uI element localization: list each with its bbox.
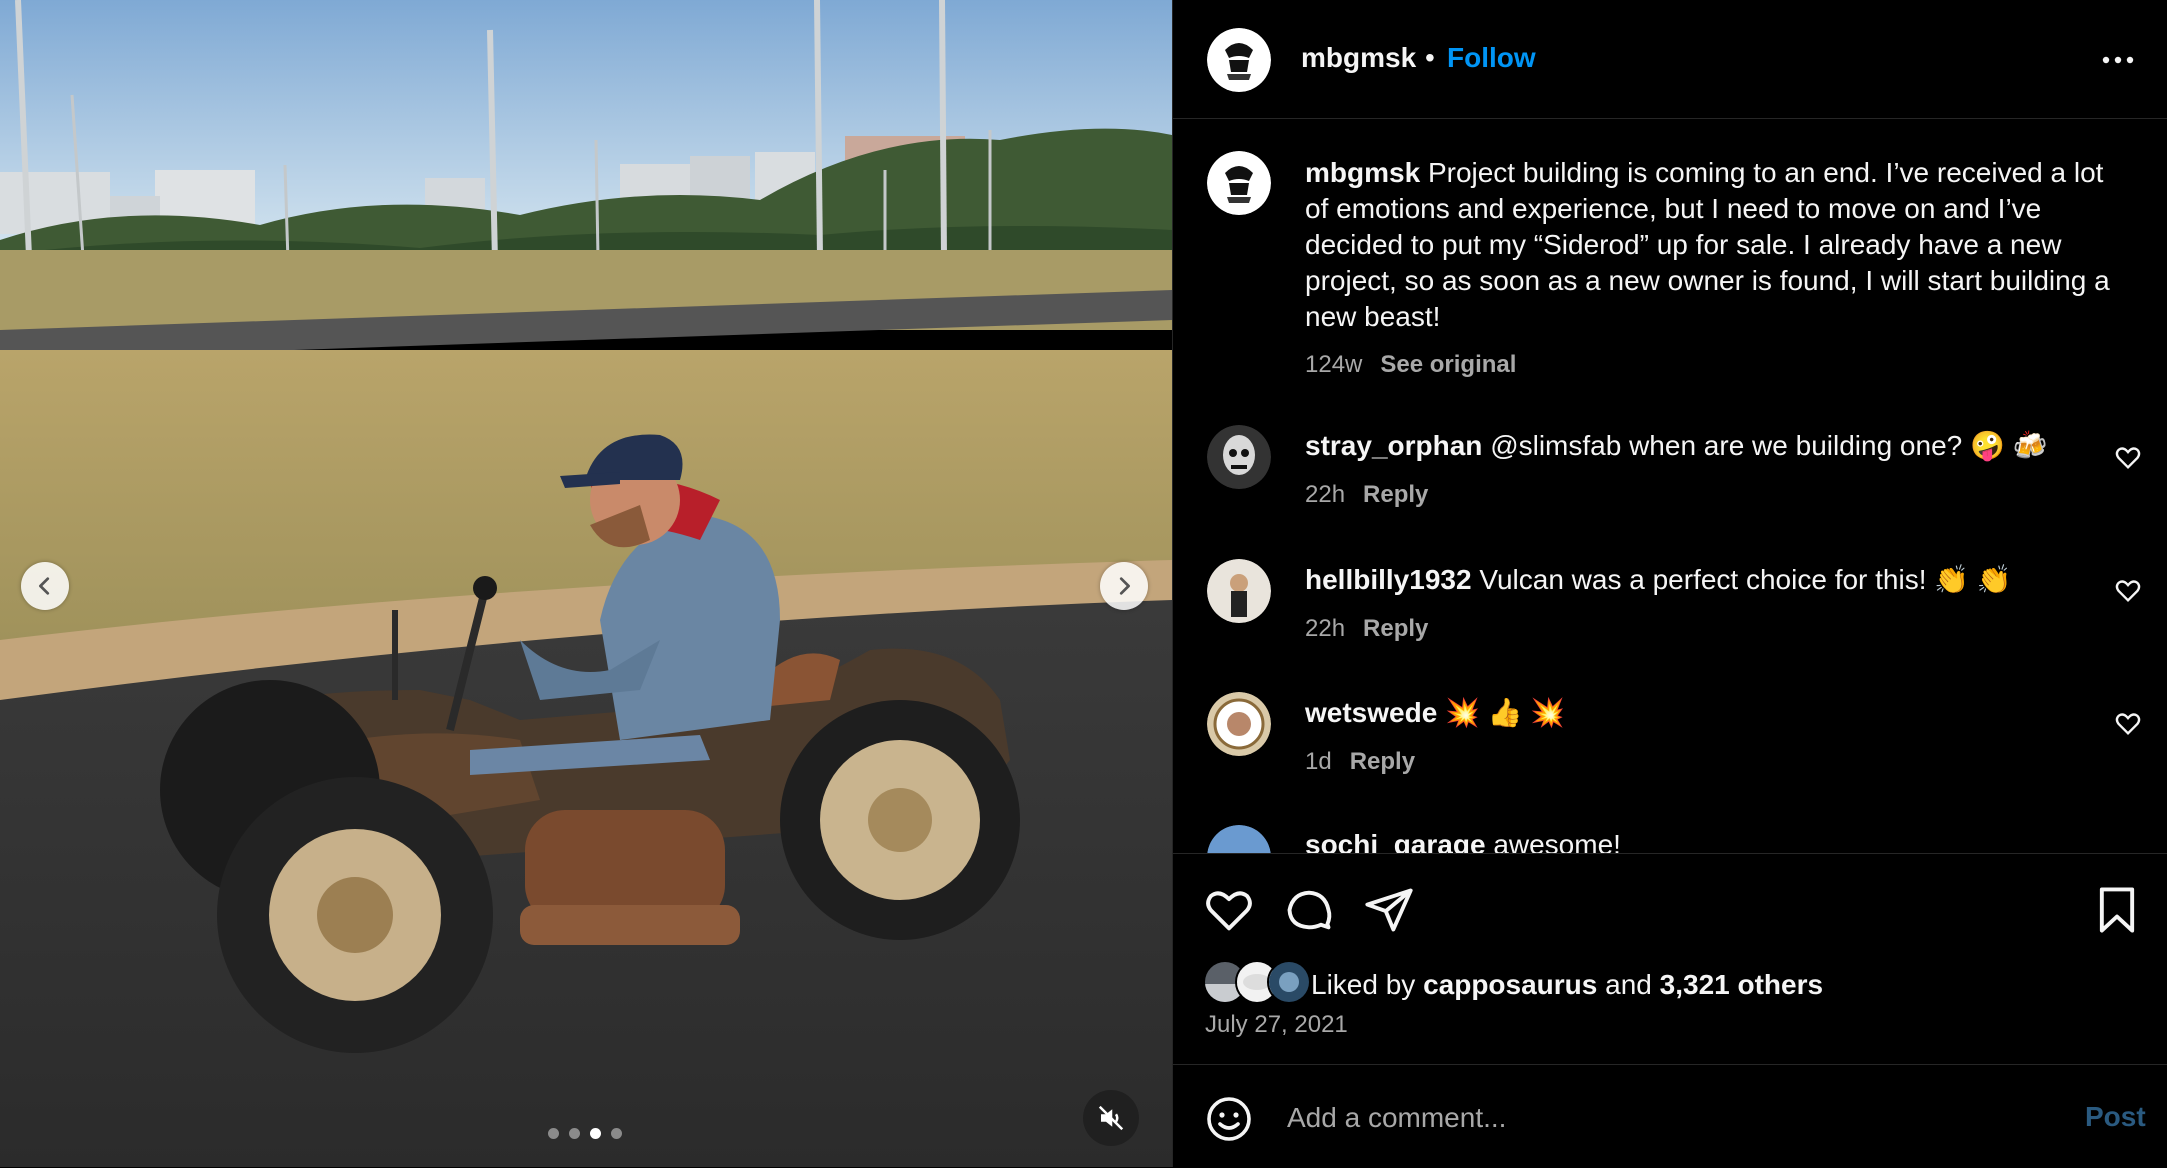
comment-username[interactable]: hellbilly1932 xyxy=(1305,564,1472,595)
likes-user-link[interactable]: capposaurus xyxy=(1423,969,1597,1000)
post-comment-button[interactable]: Post xyxy=(2085,1101,2146,1133)
comment-age: 22h xyxy=(1305,481,1346,508)
likes-others-link[interactable]: 3,321 others xyxy=(1660,969,1823,1000)
comment-composer: Post xyxy=(1173,1064,2167,1168)
post-side-panel: mbgmsk • Follow mbgmsk Project building … xyxy=(1172,0,2167,1167)
comment-meta: 22h Reply xyxy=(1305,481,1428,509)
comment-like-icon[interactable] xyxy=(2114,577,2142,605)
commenter-avatar[interactable] xyxy=(1207,692,1271,756)
comment-text: @slimsfab when are we building one? 🤪 🍻 xyxy=(1490,430,2048,461)
post-actions: Liked by capposaurus and 3,321 others Ju… xyxy=(1173,853,2167,1064)
author-logo xyxy=(1207,28,1271,92)
comment-text: Vulcan was a perfect choice for this! 👏 … xyxy=(1479,564,2012,595)
comment-icon[interactable] xyxy=(1283,884,1335,936)
comment-input[interactable] xyxy=(1285,1093,2029,1143)
post-media[interactable] xyxy=(0,0,1172,1167)
reply-button[interactable]: Reply xyxy=(1363,615,1428,642)
commenter-avatar[interactable] xyxy=(1207,425,1271,489)
comment-item: stray_orphan @slimsfab when are we build… xyxy=(1305,429,2048,462)
share-icon[interactable] xyxy=(1363,884,1415,936)
comment-meta: 22h Reply xyxy=(1305,615,1428,643)
carousel-dot xyxy=(611,1128,622,1139)
comment-item: sochi_garage awesome! xyxy=(1305,829,1621,853)
comment-item: wetswede 💥 👍 💥 xyxy=(1305,696,1565,729)
comment-meta: 1d Reply xyxy=(1305,748,1415,776)
mute-button[interactable] xyxy=(1083,1090,1139,1146)
caption-text: Project building is coming to an end. I’… xyxy=(1305,157,2110,332)
likes-prefix: Liked by xyxy=(1311,969,1416,1000)
post-date[interactable]: July 27, 2021 xyxy=(1205,1011,1348,1039)
comment-username[interactable]: stray_orphan xyxy=(1305,430,1482,461)
commenter-avatar[interactable] xyxy=(1207,559,1271,623)
chevron-right-icon xyxy=(1119,577,1130,595)
reply-button[interactable]: Reply xyxy=(1363,481,1428,508)
caption-username[interactable]: mbgmsk xyxy=(1305,157,1420,188)
post-header: mbgmsk • Follow xyxy=(1173,0,2167,119)
see-original-link[interactable]: See original xyxy=(1380,351,1516,378)
header-separator: • xyxy=(1425,42,1435,73)
comment-like-icon[interactable] xyxy=(2114,710,2142,738)
likes-and: and xyxy=(1605,969,1652,1000)
emoji-icon[interactable] xyxy=(1205,1095,1253,1143)
reply-button[interactable]: Reply xyxy=(1350,748,1415,775)
caption-meta: 124w See original xyxy=(1305,351,1516,379)
comment-age: 22h xyxy=(1305,615,1346,642)
comment-text: 💥 👍 💥 xyxy=(1445,697,1566,728)
carousel-dot xyxy=(569,1128,580,1139)
commenter-avatar[interactable] xyxy=(1207,825,1271,853)
carousel-prev-button[interactable] xyxy=(21,562,69,610)
mute-icon xyxy=(1098,1105,1124,1131)
comment-age: 1d xyxy=(1305,748,1332,775)
comment-like-icon[interactable] xyxy=(2114,444,2142,472)
follow-button[interactable]: Follow xyxy=(1447,42,1536,74)
carousel-next-button[interactable] xyxy=(1100,562,1148,610)
comment-username[interactable]: wetswede xyxy=(1305,697,1437,728)
caption-age: 124w xyxy=(1305,351,1363,378)
caption-avatar[interactable] xyxy=(1207,151,1271,215)
bookmark-icon[interactable] xyxy=(2091,884,2143,936)
author-username[interactable]: mbgmsk xyxy=(1301,42,1416,74)
author-logo xyxy=(1207,151,1271,215)
carousel-indicator xyxy=(548,1128,622,1139)
author-avatar[interactable] xyxy=(1207,28,1271,92)
more-options-icon[interactable] xyxy=(2098,40,2138,80)
comment-item: hellbilly1932 Vulcan was a perfect choic… xyxy=(1305,563,2012,596)
likes-summary: Liked by capposaurus and 3,321 others xyxy=(1311,969,1823,1001)
post-photo xyxy=(0,0,1172,1167)
chevron-left-icon xyxy=(39,577,50,595)
post-caption: mbgmsk Project building is coming to an … xyxy=(1305,155,2125,335)
comment-username[interactable]: sochi_garage xyxy=(1305,829,1486,853)
heart-icon[interactable] xyxy=(1203,884,1255,936)
comments-list[interactable]: mbgmsk Project building is coming to an … xyxy=(1173,119,2167,853)
comment-text: awesome! xyxy=(1493,829,1621,853)
liker-avatar xyxy=(1267,960,1311,1004)
carousel-dot-active xyxy=(590,1128,601,1139)
carousel-dot xyxy=(548,1128,559,1139)
